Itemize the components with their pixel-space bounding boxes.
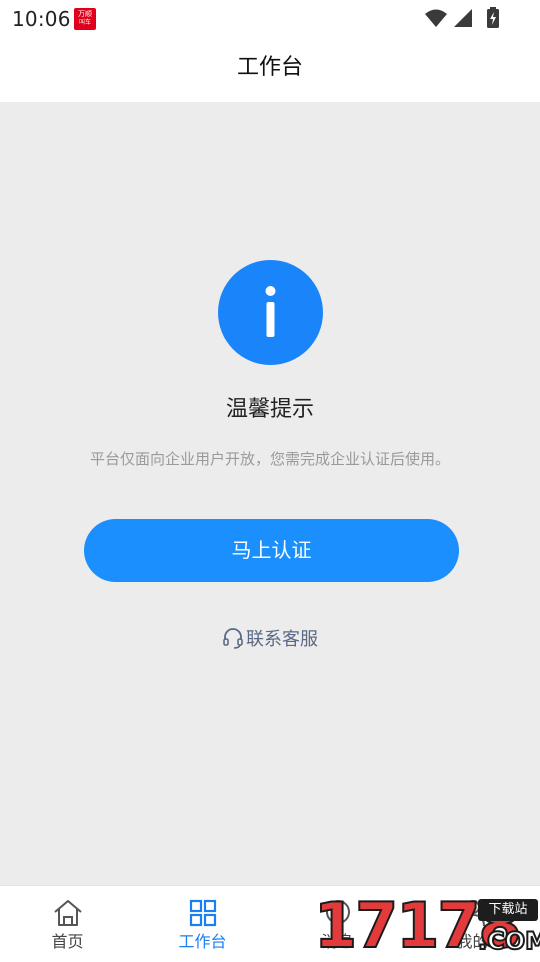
battery-icon (487, 7, 499, 28)
app-notification-icon: 万顺 叫车 (74, 8, 96, 30)
tab-messages[interactable]: 消息 (270, 886, 405, 961)
tab-messages-label: 消息 (321, 932, 354, 951)
app-badge-bottom-text: 叫车 (78, 19, 91, 26)
tab-profile[interactable]: 我的 (405, 886, 540, 961)
user-icon (460, 900, 485, 927)
contact-support-label: 联系客服 (246, 629, 318, 650)
grid-icon (189, 899, 216, 927)
verify-now-button[interactable]: 马上认证 (84, 519, 459, 582)
bottom-tab-bar: 首页 工作台 消息 我的 (0, 885, 540, 960)
app-badge-top-text: 万顺 (78, 10, 92, 18)
cellular-signal-icon (454, 9, 472, 27)
tab-home-label: 首页 (51, 932, 84, 951)
notice-title: 温馨提示 (225, 397, 314, 422)
home-icon (53, 900, 82, 926)
page-title: 工作台 (236, 55, 303, 80)
status-bar: 10:06 万顺 叫车 (0, 0, 540, 38)
tab-workbench[interactable]: 工作台 (135, 886, 270, 961)
tab-home[interactable]: 首页 (0, 886, 135, 961)
message-icon (325, 900, 350, 924)
nav-bar: 工作台 (0, 38, 540, 102)
tab-profile-label: 我的 (456, 932, 489, 951)
status-time: 10:06 (12, 7, 71, 31)
contact-support-link[interactable]: 联系客服 (0, 627, 540, 653)
info-icon (218, 260, 323, 365)
wifi-icon (425, 9, 447, 27)
main-content: 温馨提示 平台仅面向企业用户开放，您需完成企业认证后使用。 马上认证 联系客服 (0, 102, 540, 885)
tab-workbench-label: 工作台 (178, 932, 227, 951)
headset-icon (223, 628, 243, 649)
notice-description: 平台仅面向企业用户开放，您需完成企业认证后使用。 (89, 450, 450, 468)
